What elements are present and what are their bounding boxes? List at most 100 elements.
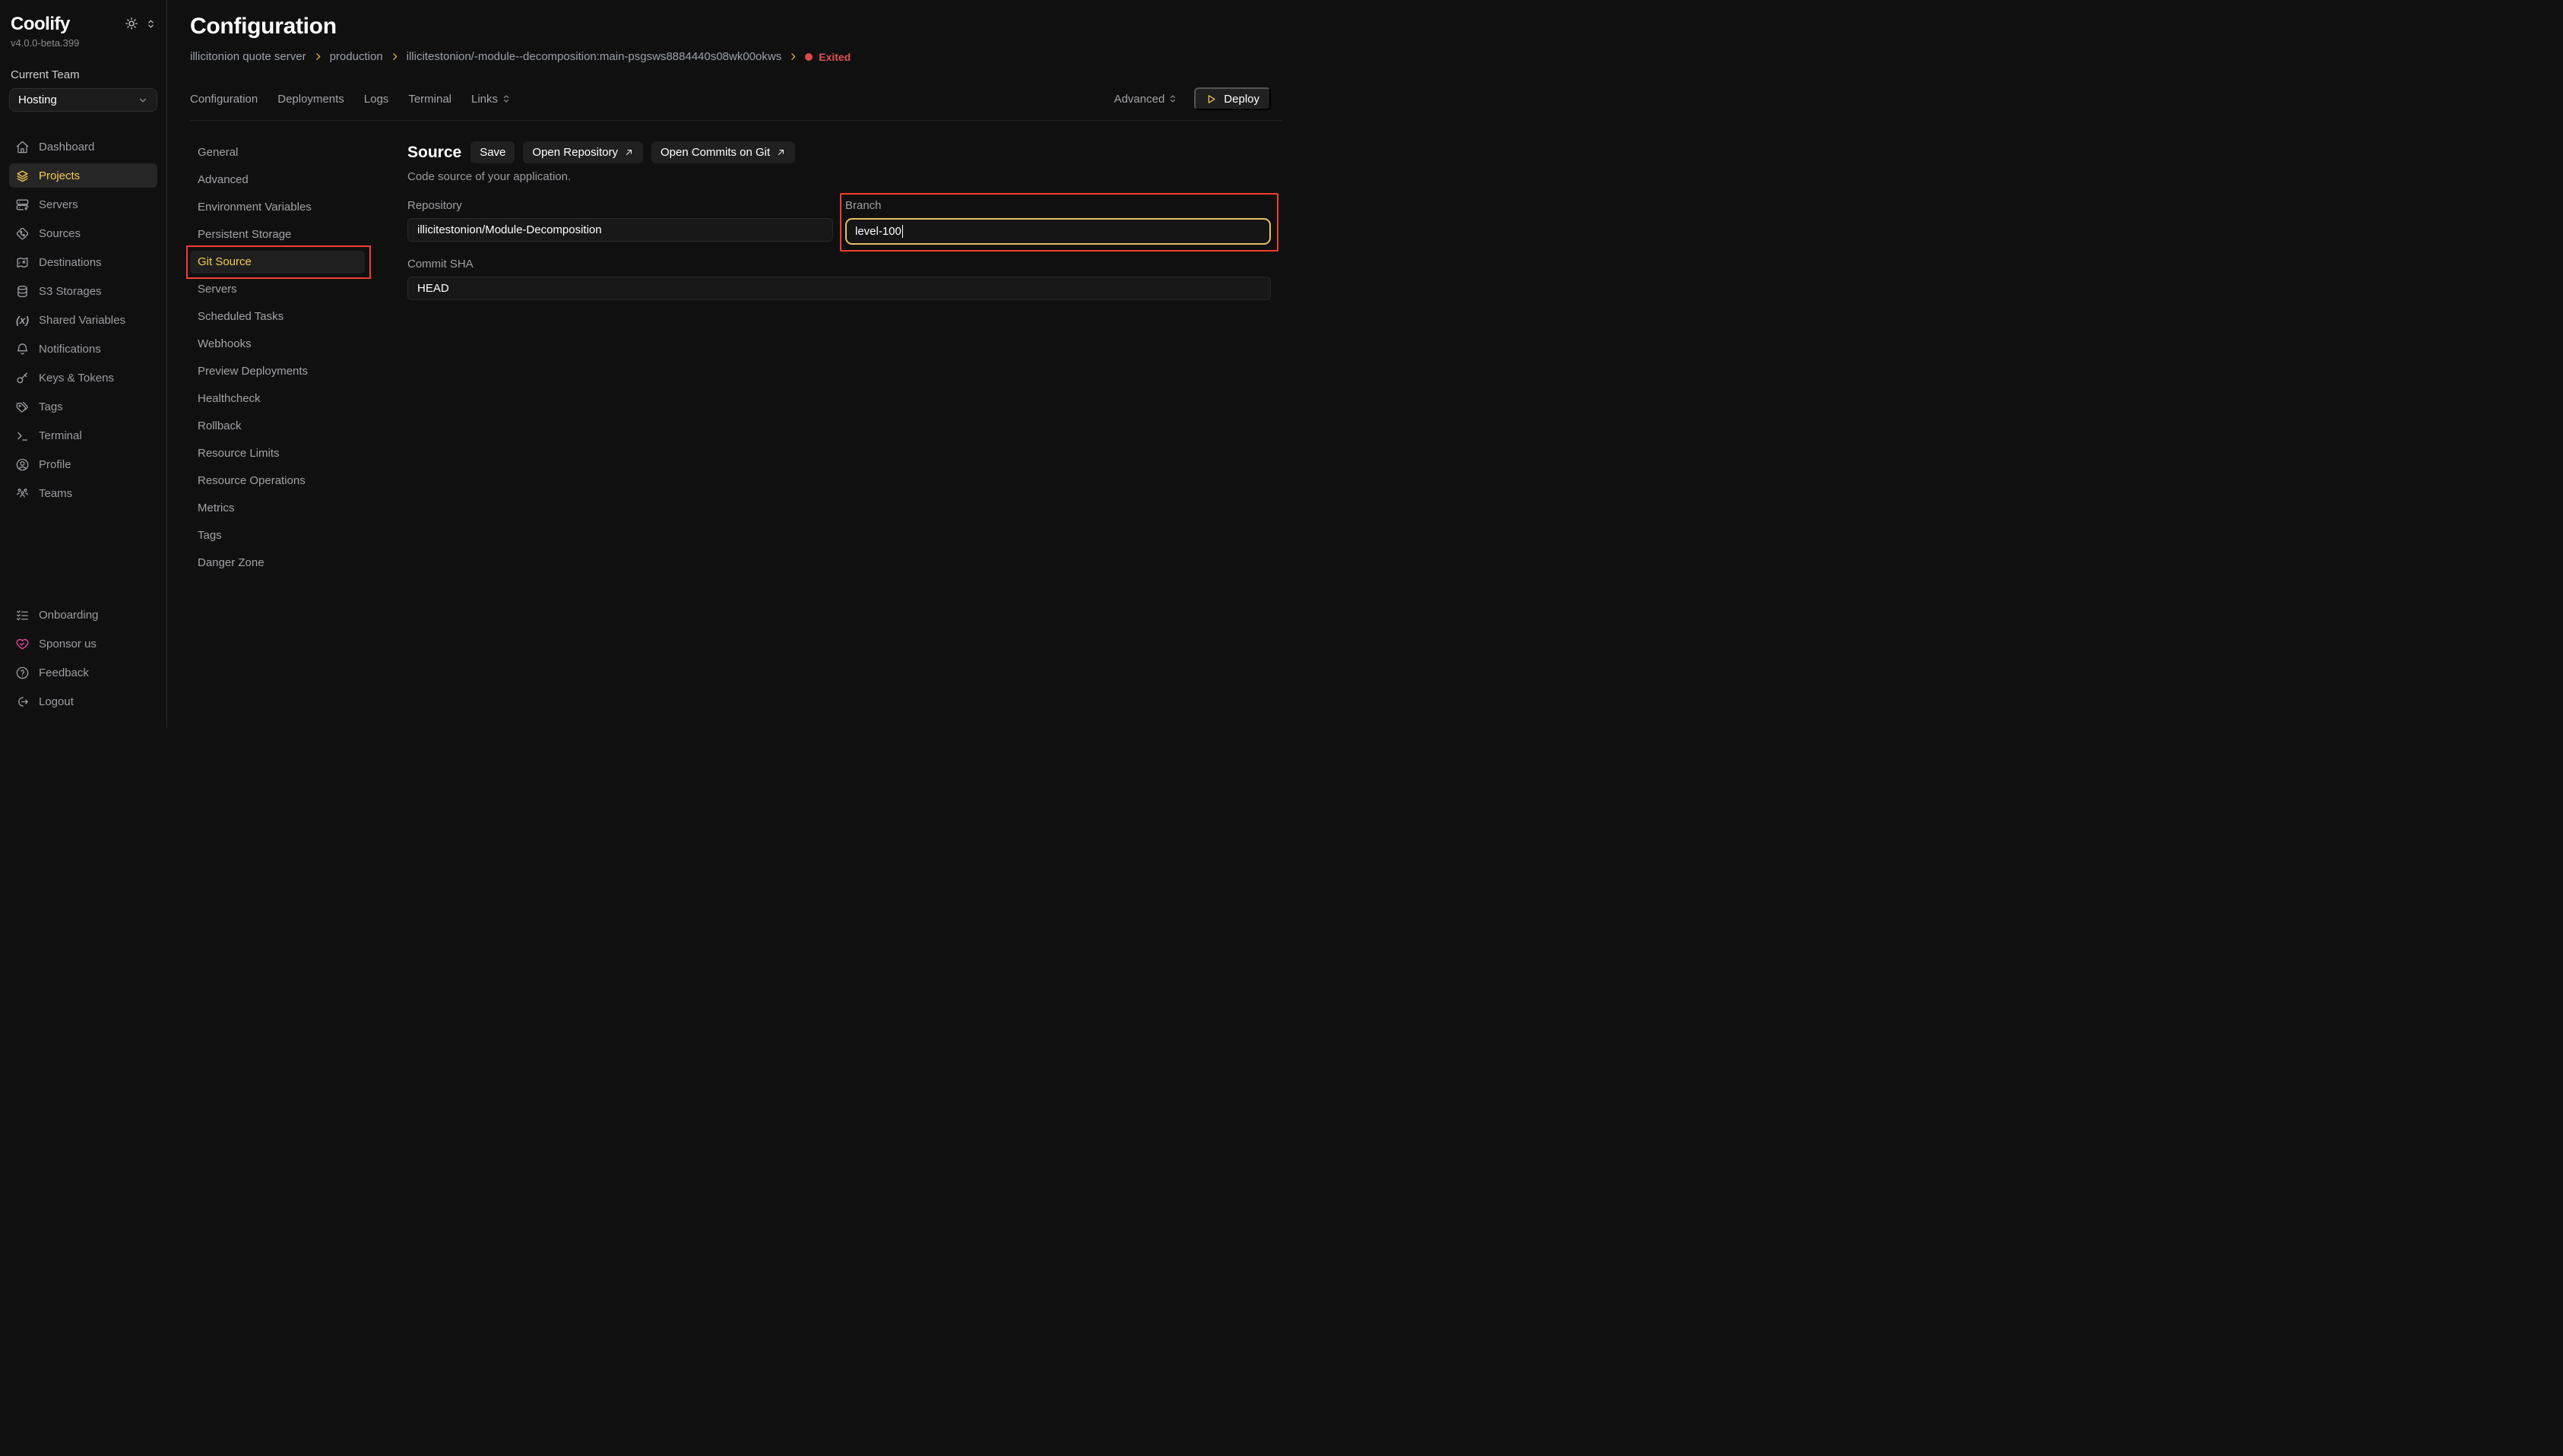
commit-sha-input[interactable] xyxy=(407,277,1271,300)
subnav-item-rollback[interactable]: Rollback xyxy=(190,415,365,438)
tabs-row: Configuration Deployments Logs Terminal … xyxy=(190,87,1271,110)
sidebar-item-notifications[interactable]: Notifications xyxy=(9,337,157,361)
current-team-label: Current Team xyxy=(9,68,157,81)
main-area: Configuration illicitonion quote server … xyxy=(167,0,1282,728)
subnav-item-servers[interactable]: Servers xyxy=(190,278,365,301)
server-icon xyxy=(15,198,30,212)
sidebar-item-label: Destinations xyxy=(39,256,102,269)
sidebar-item-label: Projects xyxy=(39,169,80,182)
sidebar-item-dashboard[interactable]: Dashboard xyxy=(9,135,157,159)
sidebar-item-teams[interactable]: Teams xyxy=(9,481,157,505)
chevrons-up-down-icon xyxy=(502,94,511,103)
subnav-item-danger-zone[interactable]: Danger Zone xyxy=(190,552,365,574)
status-dot-icon xyxy=(805,53,813,61)
subnav-item-tags[interactable]: Tags xyxy=(190,524,365,547)
advanced-menu[interactable]: Advanced xyxy=(1114,93,1178,106)
sun-icon[interactable] xyxy=(125,17,138,30)
sidebar-nav: Dashboard Projects Servers Sources Desti… xyxy=(9,135,157,510)
terminal-icon xyxy=(15,429,30,443)
sidebar-item-label: S3 Storages xyxy=(39,285,102,298)
sidebar-item-label: Sponsor us xyxy=(39,638,97,650)
open-commits-button[interactable]: Open Commits on Git xyxy=(651,141,795,163)
tab-links-label: Links xyxy=(471,93,498,106)
key-icon xyxy=(15,371,30,385)
branch-input[interactable]: level-100 xyxy=(845,218,1271,245)
checklist-icon xyxy=(15,608,30,622)
layers-icon xyxy=(15,169,30,183)
repository-field-group: Repository xyxy=(407,199,833,245)
sidebar-item-terminal[interactable]: Terminal xyxy=(9,423,157,448)
open-commits-label: Open Commits on Git xyxy=(661,146,770,159)
sidebar-item-profile[interactable]: Profile xyxy=(9,452,157,476)
tab-deployments[interactable]: Deployments xyxy=(277,93,344,106)
breadcrumb-resource[interactable]: illicitestonion/-module--decomposition:m… xyxy=(407,50,782,63)
deploy-button[interactable]: Deploy xyxy=(1194,87,1271,110)
sidebar-item-keys-tokens[interactable]: Keys & Tokens xyxy=(9,366,157,390)
form-grid: Repository Branch level-100 Commit SHA xyxy=(407,199,1271,300)
sidebar-item-onboarding[interactable]: Onboarding xyxy=(9,603,157,627)
branch-input-value: level-100 xyxy=(855,225,901,238)
app-logo: Coolify xyxy=(11,14,70,35)
sidebar-item-sponsor-us[interactable]: Sponsor us xyxy=(9,631,157,656)
branch-field-group: Branch level-100 xyxy=(845,199,1271,245)
subnav-item-label: Git Source xyxy=(198,255,252,268)
subnav-item-healthcheck[interactable]: Healthcheck xyxy=(190,388,365,410)
repository-input[interactable] xyxy=(407,218,833,242)
subnav-item-resource-limits[interactable]: Resource Limits xyxy=(190,442,365,465)
sidebar-item-projects[interactable]: Projects xyxy=(9,163,157,188)
deploy-label: Deploy xyxy=(1224,93,1259,106)
open-repository-label: Open Repository xyxy=(532,146,618,159)
tab-links[interactable]: Links xyxy=(471,93,511,106)
sidebar-item-sources[interactable]: Sources xyxy=(9,221,157,245)
heart-icon xyxy=(15,637,30,651)
subnav-item-metrics[interactable]: Metrics xyxy=(190,497,365,520)
header-actions: Advanced Deploy xyxy=(1114,87,1271,110)
subnav-item-preview-deployments[interactable]: Preview Deployments xyxy=(190,360,365,383)
variable-icon: (x) xyxy=(15,314,30,326)
subnav-item-environment-variables[interactable]: Environment Variables xyxy=(190,196,365,219)
breadcrumb-project[interactable]: illicitonion quote server xyxy=(190,50,306,63)
subnav-item-scheduled-tasks[interactable]: Scheduled Tasks xyxy=(190,305,365,328)
subnav-item-general[interactable]: General xyxy=(190,141,365,164)
text-cursor xyxy=(902,225,904,238)
app-version: v4.0.0-beta.399 xyxy=(9,37,157,49)
theme-selector-chevrons-icon[interactable] xyxy=(146,19,156,29)
branch-label: Branch xyxy=(845,199,1271,212)
subnav-item-persistent-storage[interactable]: Persistent Storage xyxy=(190,223,365,246)
sidebar-item-label: Notifications xyxy=(39,343,101,356)
subnav-item-resource-operations[interactable]: Resource Operations xyxy=(190,470,365,492)
user-circle-icon xyxy=(15,457,30,472)
external-link-icon xyxy=(776,147,786,157)
commit-sha-label: Commit SHA xyxy=(407,258,1271,271)
tab-terminal[interactable]: Terminal xyxy=(408,93,451,106)
open-repository-button[interactable]: Open Repository xyxy=(523,141,643,163)
tab-configuration[interactable]: Configuration xyxy=(190,93,258,106)
section-description: Code source of your application. xyxy=(407,170,1271,183)
status-badge: Exited xyxy=(805,51,851,63)
logo-row: Coolify xyxy=(9,14,157,35)
subnav-item-git-source[interactable]: Git Source xyxy=(190,251,365,274)
sidebar-item-servers[interactable]: Servers xyxy=(9,192,157,217)
logout-icon xyxy=(15,695,30,709)
chevron-right-icon xyxy=(390,52,400,62)
save-button[interactable]: Save xyxy=(470,141,515,163)
sidebar-item-s3-storages[interactable]: S3 Storages xyxy=(9,279,157,303)
tabs: Configuration Deployments Logs Terminal … xyxy=(190,93,511,106)
home-icon xyxy=(15,140,30,154)
sidebar-item-tags[interactable]: Tags xyxy=(9,394,157,419)
sidebar-item-feedback[interactable]: Feedback xyxy=(9,660,157,685)
play-icon xyxy=(1205,93,1217,105)
subnav-item-webhooks[interactable]: Webhooks xyxy=(190,333,365,356)
team-select[interactable]: Hosting xyxy=(9,88,157,112)
database-icon xyxy=(15,284,30,299)
content-area: General Advanced Environment Variables P… xyxy=(190,121,1271,728)
sidebar-item-shared-variables[interactable]: (x) Shared Variables xyxy=(9,308,157,332)
sidebar-footer-nav: Onboarding Sponsor us Feedback Logout xyxy=(9,603,157,718)
breadcrumb-environment[interactable]: production xyxy=(330,50,383,63)
tab-logs[interactable]: Logs xyxy=(364,93,389,106)
sidebar-item-logout[interactable]: Logout xyxy=(9,689,157,714)
advanced-label: Advanced xyxy=(1114,93,1165,106)
sidebar-item-destinations[interactable]: Destinations xyxy=(9,250,157,274)
subnav-item-advanced[interactable]: Advanced xyxy=(190,169,365,191)
map-icon xyxy=(15,255,30,270)
